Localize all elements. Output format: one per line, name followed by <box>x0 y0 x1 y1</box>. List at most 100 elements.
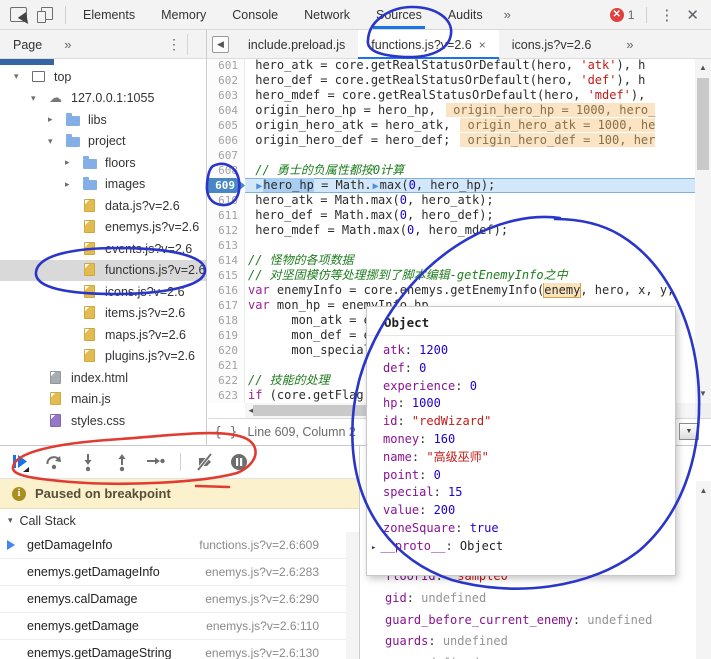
tree-item-index-html[interactable]: index.html <box>0 367 206 389</box>
code-line-612[interactable]: 612 hero_mdef = Math.max(0, hero_mdef); <box>208 223 695 238</box>
tree-item-events-js-v-2-6[interactable]: events.js?v=2.6 <box>0 238 206 260</box>
line-number[interactable]: 617 <box>208 298 245 313</box>
tree-item-project[interactable]: ▾project <box>0 131 206 153</box>
line-number[interactable]: 620 <box>208 343 245 358</box>
scope-variable-guard_before_current_enemy[interactable]: guard_before_current_enemy: undefined <box>385 610 652 632</box>
resume-button[interactable] <box>10 452 30 472</box>
editor-tab-icons-js-v-2-6[interactable]: icons.js?v=2.6 <box>499 30 605 59</box>
breakpoint-marker[interactable]: 609 <box>208 178 245 193</box>
call-stack-scrollbar[interactable] <box>346 532 359 659</box>
code-line-601[interactable]: 601 hero_atk = core.getRealStatusOrDefau… <box>208 59 695 73</box>
line-number[interactable]: 606 <box>208 133 245 148</box>
tree-disclosure-icon[interactable]: ▾ <box>42 136 66 147</box>
code-line-606[interactable]: 606 origin_hero_def = hero_def; origin_h… <box>208 133 695 148</box>
editor-vertical-scrollbar[interactable]: ▲ ▼ <box>695 59 711 403</box>
tree-item-enemys-js-v-2-6[interactable]: enemys.js?v=2.6 <box>0 217 206 239</box>
tree-item-styles-css[interactable]: styles.css <box>0 410 206 432</box>
code-line-613[interactable]: 613 <box>208 238 695 253</box>
panel-tab-memory[interactable]: Memory <box>148 0 219 29</box>
inspect-element-icon[interactable] <box>10 7 27 22</box>
step-out-button[interactable] <box>112 452 132 472</box>
code-line-615[interactable]: 615// 对坚固模仿等处理挪到了脚本编辑-getEnemyInfo之中 <box>208 268 695 283</box>
line-number[interactable]: 608 <box>208 163 245 178</box>
editor-more-tabs-chevron[interactable]: » <box>604 37 633 52</box>
continue-to-here-icon[interactable]: ▶ <box>372 181 380 192</box>
line-number[interactable]: 616 <box>208 283 245 298</box>
scope-variable-gx[interactable]: gx: undefined <box>385 653 652 659</box>
line-number[interactable]: 621 <box>208 358 245 373</box>
tree-item-items-js-v-2-6[interactable]: items.js?v=2.6 <box>0 303 206 325</box>
scroll-up-icon[interactable]: ▲ <box>695 61 711 75</box>
call-stack-frame[interactable]: enemys.getDamageInfoenemys.js?v=2.6:283 <box>0 559 359 586</box>
navigator-more-tabs-chevron[interactable]: » <box>42 37 71 52</box>
line-number[interactable]: 612 <box>208 223 245 238</box>
panel-tab-sources[interactable]: Sources <box>363 0 435 29</box>
tree-disclosure-icon[interactable]: ▸ <box>59 179 83 190</box>
line-number[interactable]: 619 <box>208 328 245 343</box>
tree-item-maps-js-v-2-6[interactable]: maps.js?v=2.6 <box>0 324 206 346</box>
device-toolbar-icon[interactable] <box>37 7 53 23</box>
call-stack-frame[interactable]: getDamageInfofunctions.js?v=2.6:609 <box>0 532 359 559</box>
scope-variable-guards[interactable]: guards: undefined <box>385 631 652 653</box>
line-number[interactable]: 623 <box>208 388 245 403</box>
devtools-menu-icon[interactable]: ⋮ <box>659 6 674 24</box>
editor-tab-functions-js-v-2-6[interactable]: functions.js?v=2.6× <box>358 30 498 59</box>
tree-item-main-js[interactable]: main.js <box>0 389 206 411</box>
code-line-611[interactable]: 611 hero_def = Math.max(0, hero_def); <box>208 208 695 223</box>
scope-scrollbar[interactable]: ▲ <box>696 481 711 659</box>
panel-tab-audits[interactable]: Audits <box>435 0 496 29</box>
code-line-616[interactable]: 616var enemyInfo = core.enemys.getEnemyI… <box>208 283 695 298</box>
panel-tab-elements[interactable]: Elements <box>70 0 148 29</box>
step-into-button[interactable] <box>78 452 98 472</box>
line-number[interactable]: 607 <box>208 148 245 163</box>
tree-disclosure-icon[interactable]: ▾ <box>8 71 32 82</box>
tree-item-icons-js-v-2-6[interactable]: icons.js?v=2.6 <box>0 281 206 303</box>
code-line-602[interactable]: 602 hero_def = core.getRealStatusOrDefau… <box>208 73 695 88</box>
pretty-print-icon[interactable]: { } <box>208 425 247 440</box>
tree-item-libs[interactable]: ▸libs <box>0 109 206 131</box>
tree-item-floors[interactable]: ▸floors <box>0 152 206 174</box>
call-stack-frame[interactable]: enemys.getDamageStringenemys.js?v=2.6:13… <box>0 640 359 659</box>
tree-item-top[interactable]: ▾top <box>0 66 206 88</box>
tree-item-functions-js-v-2-6[interactable]: functions.js?v=2.6 <box>0 260 206 282</box>
scroll-down-icon[interactable]: ▼ <box>695 387 711 401</box>
status-dropdown[interactable]: ▼ <box>679 423 699 440</box>
navigator-menu-icon[interactable]: ⋮ <box>167 36 181 53</box>
code-line-610[interactable]: 610 hero_atk = Math.max(0, hero_atk); <box>208 193 695 208</box>
line-number[interactable]: 602 <box>208 73 245 88</box>
scope-variable-gid[interactable]: gid: undefined <box>385 588 652 610</box>
code-line-607[interactable]: 607 <box>208 148 695 163</box>
error-badge[interactable]: ✕ 1 <box>610 8 635 22</box>
line-number[interactable]: 601 <box>208 59 245 73</box>
line-number[interactable]: 604 <box>208 103 245 118</box>
code-line-608[interactable]: 608 // 勇士的负属性都按0计算 <box>208 163 695 178</box>
panel-tab-console[interactable]: Console <box>219 0 291 29</box>
tree-item-images[interactable]: ▸images <box>0 174 206 196</box>
line-number[interactable]: 603 <box>208 88 245 103</box>
step-over-button[interactable] <box>44 452 64 472</box>
code-line-605[interactable]: 605 origin_hero_atk = hero_atk, origin_h… <box>208 118 695 133</box>
close-tab-icon[interactable]: × <box>479 38 486 52</box>
call-stack-header[interactable]: ▾ Call Stack <box>0 509 359 532</box>
expand-triangle-icon[interactable]: ▸ <box>371 543 380 553</box>
navigator-tab-page[interactable]: Page <box>0 38 42 52</box>
deactivate-breakpoints-button[interactable] <box>195 452 215 472</box>
editor-tab-include-preload-js[interactable]: include.preload.js <box>235 30 358 59</box>
tree-item-127-0-0-1-1055[interactable]: ▾☁127.0.0.1:1055 <box>0 88 206 110</box>
close-devtools-icon[interactable]: ✕ <box>686 6 699 24</box>
line-number[interactable]: 615 <box>208 268 245 283</box>
line-number[interactable]: 610 <box>208 193 245 208</box>
line-number[interactable]: 613 <box>208 238 245 253</box>
tree-item-data-js-v-2-6[interactable]: data.js?v=2.6 <box>0 195 206 217</box>
code-line-614[interactable]: 614// 怪物的各项数据 <box>208 253 695 268</box>
line-number[interactable]: 614 <box>208 253 245 268</box>
panel-tab-network[interactable]: Network <box>291 0 363 29</box>
line-number[interactable]: 618 <box>208 313 245 328</box>
editor-vscroll-thumb[interactable] <box>697 78 709 170</box>
scroll-up-icon[interactable]: ▲ <box>696 484 711 498</box>
tooltip-property-proto[interactable]: ▸__proto__: Object <box>371 538 675 558</box>
line-number[interactable]: 611 <box>208 208 245 223</box>
call-stack-frame[interactable]: enemys.calDamageenemys.js?v=2.6:290 <box>0 586 359 613</box>
line-number[interactable]: 605 <box>208 118 245 133</box>
code-line-604[interactable]: 604 origin_hero_hp = hero_hp, origin_her… <box>208 103 695 118</box>
